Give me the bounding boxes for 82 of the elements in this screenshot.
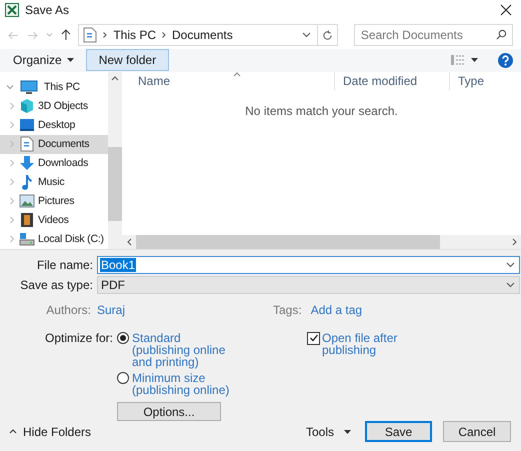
radio-label[interactable]: Minimum size (publishing online) bbox=[132, 372, 232, 396]
document-icon bbox=[83, 27, 98, 44]
window-title: Save As bbox=[25, 2, 70, 19]
organize-button[interactable]: Organize bbox=[13, 48, 74, 72]
desktop-icon bbox=[19, 118, 35, 132]
close-icon[interactable] bbox=[500, 4, 512, 16]
up-arrow-icon[interactable] bbox=[60, 29, 70, 42]
empty-message: No items match your search. bbox=[245, 102, 398, 120]
cancel-button[interactable]: Cancel bbox=[443, 421, 511, 442]
chevron-icon[interactable] bbox=[8, 121, 16, 130]
chevron-icon[interactable] bbox=[8, 216, 16, 224]
chevron-icon[interactable] bbox=[8, 197, 16, 206]
tree-item[interactable]: Documents bbox=[0, 134, 108, 154]
checkbox[interactable] bbox=[307, 332, 320, 345]
drive-icon bbox=[19, 232, 35, 246]
address-bar[interactable]: This PC Documents bbox=[78, 24, 338, 46]
vertical-scrollbar[interactable] bbox=[108, 72, 122, 249]
hide-folders-button[interactable]: Hide Folders bbox=[23, 422, 92, 441]
tree-item[interactable]: Desktop bbox=[0, 116, 108, 135]
chevron-icon[interactable] bbox=[8, 159, 16, 168]
tree-item[interactable]: This PC bbox=[0, 78, 108, 97]
caret-icon bbox=[66, 58, 74, 62]
chevron-icon[interactable] bbox=[8, 102, 16, 110]
search-field[interactable]: Search Documents bbox=[354, 24, 513, 46]
chevron-down-icon bbox=[506, 262, 515, 268]
caret-icon bbox=[344, 430, 351, 434]
chevron-down-icon bbox=[506, 282, 515, 288]
cube-icon bbox=[19, 98, 35, 114]
chevron-down-icon[interactable] bbox=[302, 32, 311, 38]
scroll-up-icon[interactable] bbox=[111, 76, 119, 81]
radio-label[interactable]: Standard (publishing online and printing) bbox=[132, 332, 232, 368]
computer-icon bbox=[20, 80, 38, 95]
authors-link[interactable]: Suraj bbox=[97, 300, 273, 319]
tools-button[interactable]: Tools bbox=[306, 422, 351, 441]
tree-item[interactable]: 3D Objects bbox=[0, 96, 108, 116]
music-note-icon bbox=[21, 174, 33, 190]
film-icon bbox=[20, 212, 34, 228]
search-icon bbox=[496, 29, 507, 40]
optimize-label: Optimize for: bbox=[44, 332, 114, 347]
caret-icon[interactable] bbox=[471, 58, 478, 62]
sort-caret-icon bbox=[233, 72, 241, 77]
radio-button[interactable] bbox=[117, 372, 129, 384]
file-name-label: File name: bbox=[36, 256, 94, 274]
document-icon bbox=[20, 136, 34, 152]
view-options-icon[interactable] bbox=[451, 55, 465, 66]
tree-item[interactable]: Pictures bbox=[0, 192, 108, 211]
horizontal-scrollbar[interactable] bbox=[122, 234, 521, 249]
file-name-field[interactable]: Book1 bbox=[97, 256, 520, 274]
breadcrumb-separator-icon bbox=[162, 32, 166, 38]
back-arrow-icon[interactable] bbox=[8, 30, 19, 40]
radio-button[interactable] bbox=[117, 332, 129, 344]
column-header[interactable]: Date modified bbox=[334, 72, 449, 90]
options-button[interactable]: Options... bbox=[117, 402, 221, 421]
refresh-icon[interactable] bbox=[322, 30, 333, 41]
breadcrumb-item[interactable]: This PC bbox=[113, 26, 156, 44]
authors-label: Authors: bbox=[45, 302, 92, 319]
chevron-icon[interactable] bbox=[8, 235, 16, 244]
scroll-left-icon[interactable] bbox=[126, 238, 132, 246]
save-type-label: Save as type: bbox=[19, 276, 94, 294]
save-button[interactable]: Save bbox=[365, 421, 432, 442]
download-arrow-icon bbox=[19, 155, 35, 172]
chevron-icon[interactable] bbox=[8, 178, 16, 186]
tags-link[interactable]: Add a tag bbox=[310, 300, 362, 319]
chevron-icon[interactable] bbox=[6, 83, 14, 92]
tree-item[interactable]: Downloads bbox=[0, 154, 108, 173]
save-type-dropdown[interactable]: PDF bbox=[97, 276, 520, 294]
breadcrumb-separator-icon bbox=[103, 32, 108, 38]
tree-item[interactable]: Music bbox=[0, 172, 108, 192]
tree-item[interactable]: Videos bbox=[0, 210, 108, 230]
forward-arrow-icon[interactable] bbox=[26, 30, 38, 40]
tree-item[interactable]: Local Disk (C:) bbox=[0, 230, 108, 249]
checkbox-label[interactable]: Open file after publishing bbox=[322, 332, 402, 356]
scroll-right-icon[interactable] bbox=[512, 238, 516, 246]
column-header[interactable]: Type bbox=[449, 72, 521, 90]
breadcrumb-item[interactable]: Documents bbox=[172, 26, 233, 44]
tags-label: Tags: bbox=[273, 302, 302, 319]
chevron-up-icon[interactable] bbox=[9, 429, 17, 434]
new-folder-button[interactable]: New folder bbox=[86, 49, 170, 72]
help-icon[interactable] bbox=[498, 52, 513, 68]
pictures-icon bbox=[19, 194, 35, 208]
column-header[interactable]: Name bbox=[122, 72, 334, 90]
spreadsheet-logo-icon bbox=[5, 2, 19, 17]
